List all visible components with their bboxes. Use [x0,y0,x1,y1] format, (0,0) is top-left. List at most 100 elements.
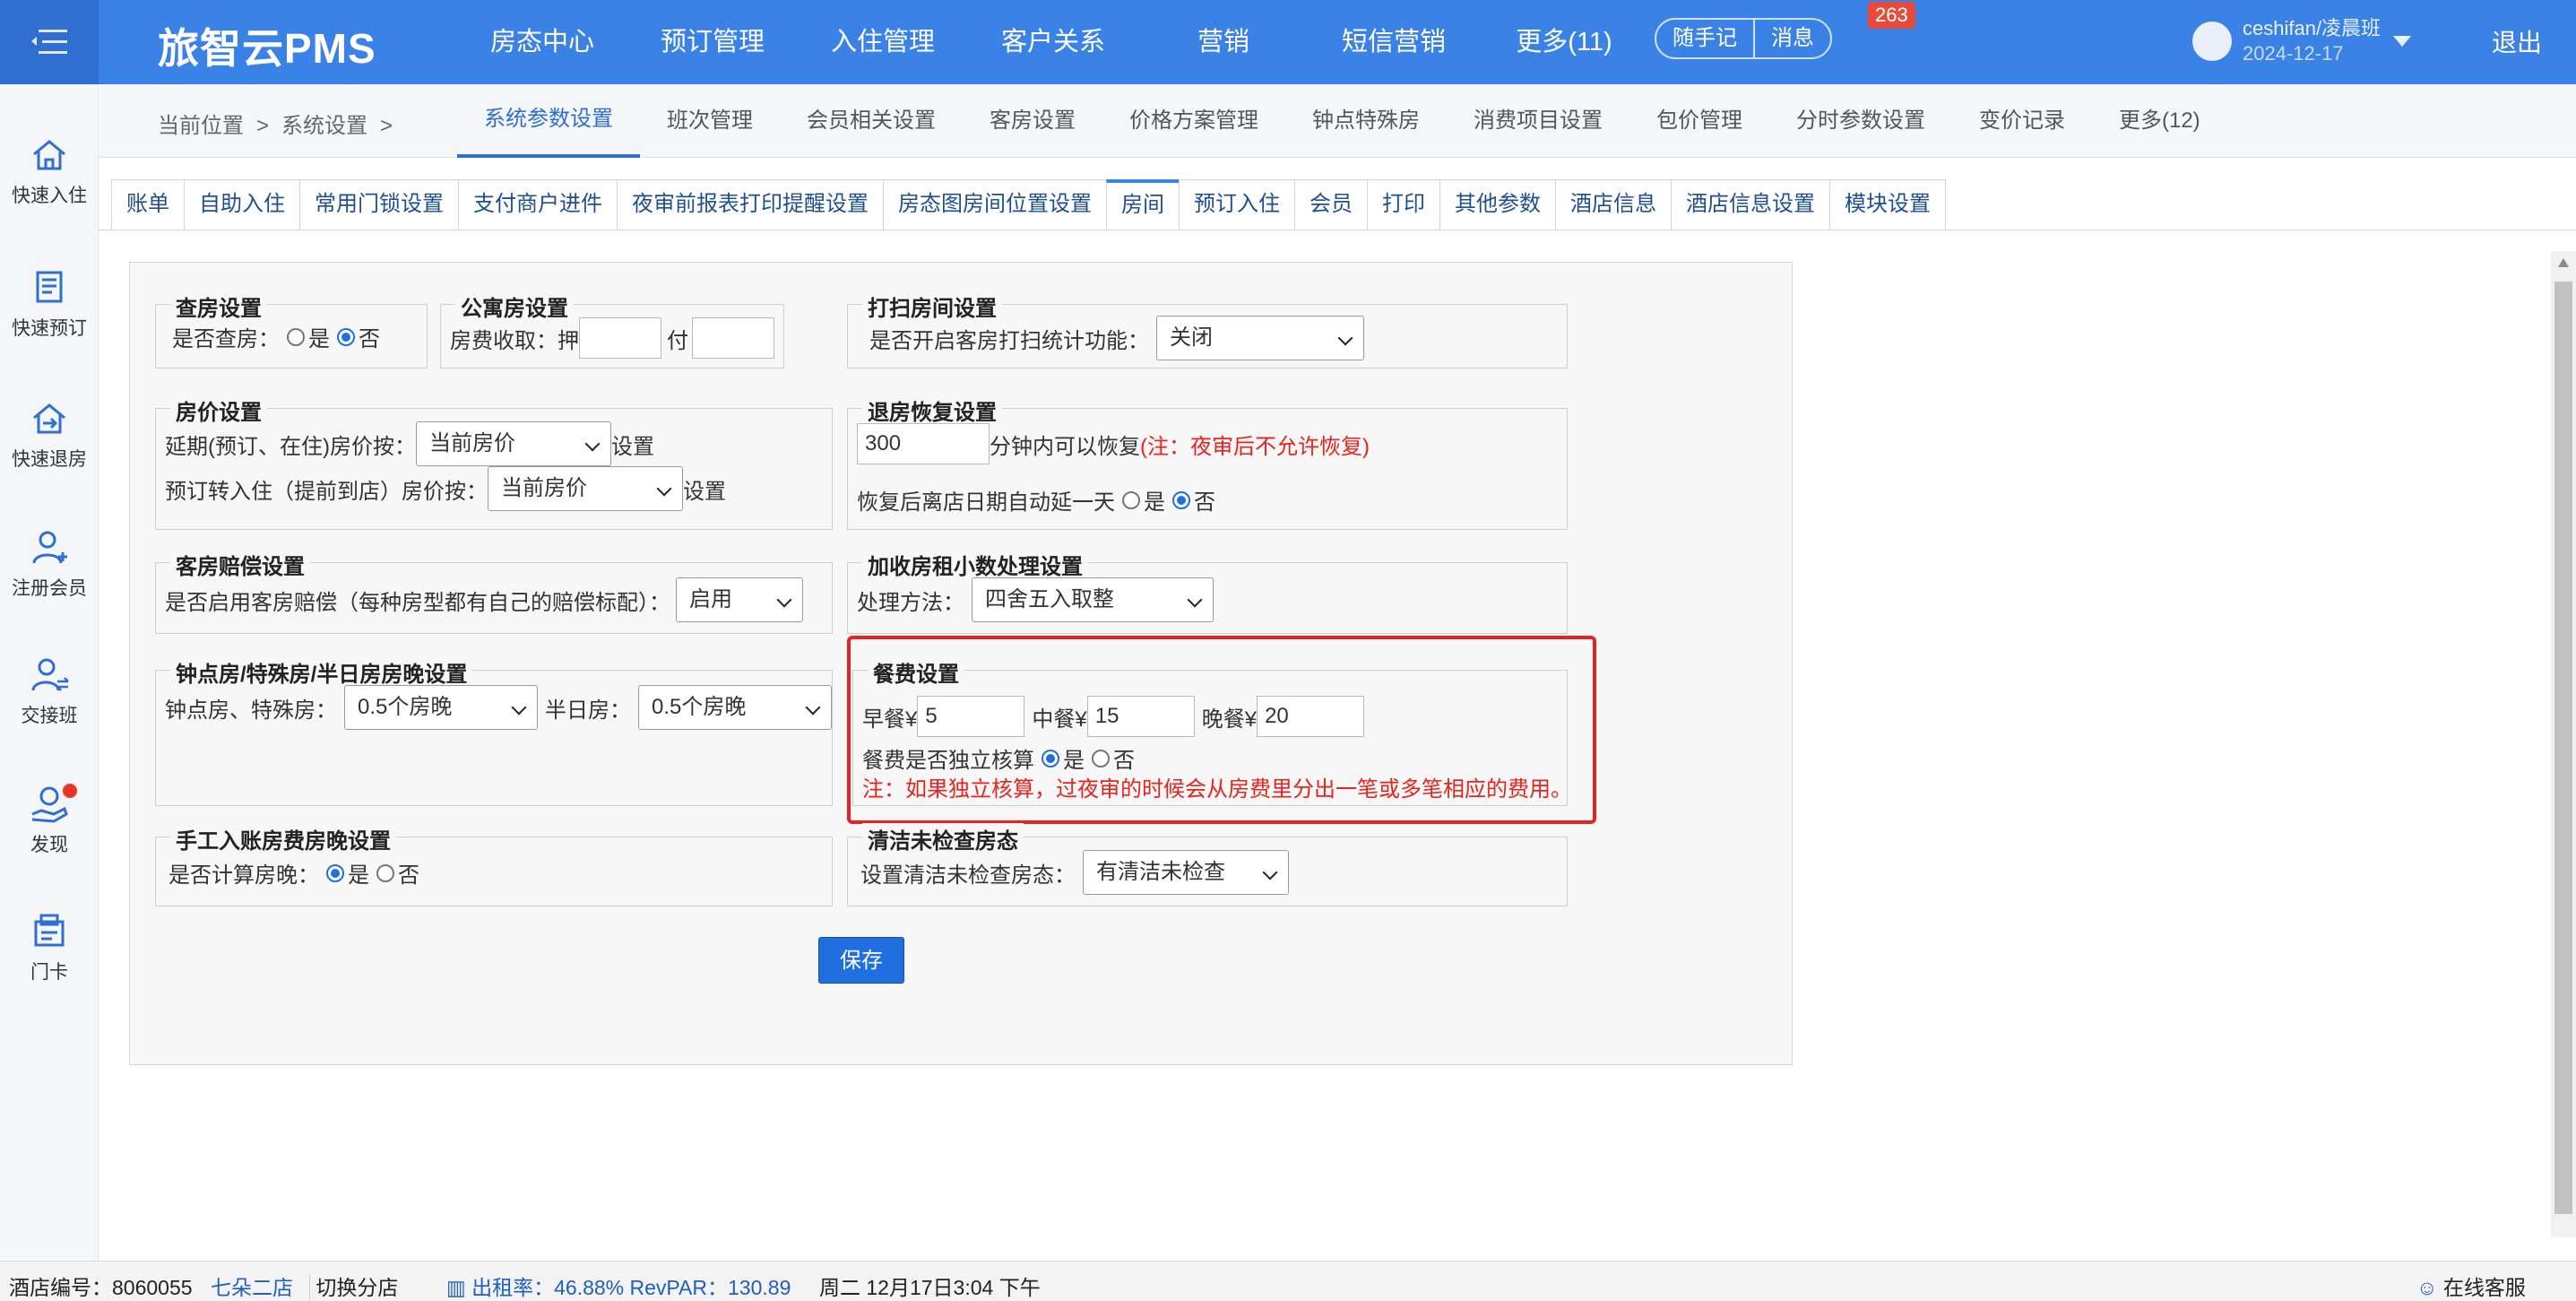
subtab-member[interactable]: 会员 [1294,179,1367,230]
tab-member-settings[interactable]: 会员相关设置 [780,84,963,158]
nav-reservation[interactable]: 预订管理 [627,0,798,84]
logout-button[interactable]: 退出 [2492,23,2542,59]
settings-suffix: 设置 [610,434,654,459]
top-nav: 房态中心 预订管理 入住管理 客户关系 营销 短信营销 更多(11) [457,0,1649,84]
subtab-room-map-position[interactable]: 房态图房间位置设置 [883,179,1106,230]
uninspected-status-select[interactable]: 有清洁未检查 [1083,850,1289,895]
tab-price-changes[interactable]: 变价记录 [1952,84,2092,158]
check-room-yes-radio[interactable] [287,327,305,346]
subtab-night-audit-print[interactable]: 夜审前报表打印提醒设置 [617,179,883,230]
decimal-label: 处理方法： [857,590,964,615]
online-service-label: 在线客服 [2442,1276,2526,1299]
manual-posting-group: 手工入账房费房晚设置 是否计算房晚： 是 否 [155,823,833,906]
subtab-payment-merchant[interactable]: 支付商户进件 [458,179,617,230]
tab-price-plans[interactable]: 价格方案管理 [1102,84,1285,158]
deposit-input[interactable] [579,317,661,359]
nav-sms[interactable]: 短信营销 [1309,0,1479,84]
half-day-night-select[interactable]: 0.5个房晚 [638,685,832,730]
manual-no-radio[interactable] [376,863,394,882]
breadcrumb-bar: 当前位置 > 系统设置 > 系统参数设置 班次管理 会员相关设置 客房设置 价格方案管… [99,84,2576,158]
breadcrumb-separator: > [256,114,270,138]
group-title: 客房赔偿设置 [170,549,310,580]
tab-system-params[interactable]: 系统参数设置 [457,84,640,158]
avatar [2192,22,2232,61]
vertical-scrollbar[interactable] [2551,251,2576,1237]
branch-name: 七朵二店 [210,1276,293,1299]
sidebar-item-quick-checkout[interactable]: 快速退房 [0,398,99,472]
extend-departure-yes-radio[interactable] [1122,490,1140,509]
notification-dot [63,784,77,798]
sidebar-item-shift-handover[interactable]: 交接班 [0,655,99,728]
hotel-number-label: 酒店编号： [9,1276,112,1299]
subtab-booking-checkin[interactable]: 预订入住 [1179,179,1294,230]
radio-label: 是 [308,327,330,351]
restore-minutes-input[interactable]: 300 [857,423,990,464]
tab-timeshare-params[interactable]: 分时参数设置 [1769,84,1952,158]
save-button[interactable]: 保存 [818,937,904,984]
check-room-no-radio[interactable] [337,327,355,346]
tab-more[interactable]: 更多(12) [2092,84,2227,158]
manual-label: 是否计算房晚： [169,863,319,888]
compensation-select[interactable]: 启用 [676,577,803,622]
sidebar-item-quick-booking[interactable]: 快速预订 [0,267,99,341]
apartment-group: 公寓房设置 房费收取：押 付 [440,291,784,369]
extend-departure-no-radio[interactable] [1172,490,1190,509]
nav-crm[interactable]: 客户关系 [968,0,1138,84]
subtab-bill[interactable]: 账单 [111,179,184,230]
menu-collapse-icon [31,30,67,54]
subtab-module-settings[interactable]: 模块设置 [1829,179,1946,230]
subtab-door-lock[interactable]: 常用门锁设置 [299,179,458,230]
breadcrumb-current: 当前位置 [158,114,244,138]
tab-package-price[interactable]: 包价管理 [1629,84,1769,158]
subtab-self-checkin[interactable]: 自助入住 [184,179,299,230]
menu-toggle-button[interactable] [0,0,99,84]
subtab-hotel-info[interactable]: 酒店信息 [1555,179,1671,230]
switch-branch-button[interactable]: 切换分店 [309,1274,404,1301]
sidebar-item-label: 门卡 [30,962,68,983]
messages-button[interactable]: 消息 263 [1753,2,1915,57]
nav-marketing[interactable]: 营销 [1138,0,1309,84]
subtab-room[interactable]: 房间 [1106,179,1179,230]
hotel-number: 8060055 [112,1276,193,1299]
scroll-up-icon[interactable] [2558,258,2569,267]
hourly-room-group: 钟点房/特殊房/半日房房晚设置 钟点房、特殊房： 0.5个房晚 半日房： 0.5… [155,656,833,806]
document-icon [36,271,63,303]
nav-checkin[interactable]: 入住管理 [798,0,968,84]
manual-yes-radio[interactable] [326,863,344,882]
apartment-label: 房费收取：押 [450,328,579,353]
booking-price-select[interactable]: 当前房价 [488,466,683,511]
settings-suffix: 设置 [683,479,726,504]
subtab-hotel-info-settings[interactable]: 酒店信息设置 [1671,179,1829,230]
tab-hourly-rooms[interactable]: 钟点特殊房 [1285,84,1447,158]
radio-label: 否 [359,327,380,351]
hourly-night-select[interactable]: 0.5个房晚 [344,685,538,730]
breadcrumb-section[interactable]: 系统设置 [281,114,367,138]
sidebar-item-door-card[interactable]: 门卡 [0,911,99,984]
scrollbar-thumb[interactable] [2554,282,2572,1214]
nav-room-status[interactable]: 房态中心 [457,0,627,84]
cleaning-label: 是否开启客房打扫统计功能： [869,328,1149,353]
decimal-group: 加收房租小数处理设置 处理方法： 四舍五入取整 [847,549,1568,634]
extend-price-select[interactable]: 当前房价 [415,421,611,466]
sidebar-item-quick-checkin[interactable]: 快速入住 [0,134,99,208]
sidebar-item-label: 快速预订 [12,318,87,339]
notes-button[interactable]: 随手记 [1656,20,1753,57]
radio-label: 是 [1144,490,1165,515]
subtab-other-params[interactable]: 其他参数 [1439,179,1555,230]
uninspected-label: 设置清洁未检查房态： [860,863,1076,888]
sidebar-item-discover[interactable]: 发现 [0,784,99,857]
user-menu[interactable]: ceshifan/凌晨班 2024-12-17 [2192,16,2412,66]
online-service-button[interactable]: ☺ 在线客服 [2416,1271,2526,1301]
subtab-print[interactable]: 打印 [1367,179,1439,230]
check-room-group: 查房设置 是否查房： 是 否 [155,291,428,369]
extend-price-label: 延期(预订、在住)房价按： [165,434,416,459]
decimal-method-select[interactable]: 四舍五入取整 [972,577,1214,622]
sidebar-item-register-member[interactable]: 注册会员 [0,527,99,601]
extend-departure-label: 恢复后离店日期自动延一天 [857,490,1115,515]
tab-room-settings[interactable]: 客房设置 [963,84,1102,158]
tab-shift-management[interactable]: 班次管理 [640,84,780,158]
pay-input[interactable] [692,317,774,359]
tab-consumption-items[interactable]: 消费项目设置 [1447,84,1629,158]
nav-more[interactable]: 更多(11) [1479,0,1649,84]
cleaning-stats-select[interactable]: 关闭 [1156,316,1364,360]
